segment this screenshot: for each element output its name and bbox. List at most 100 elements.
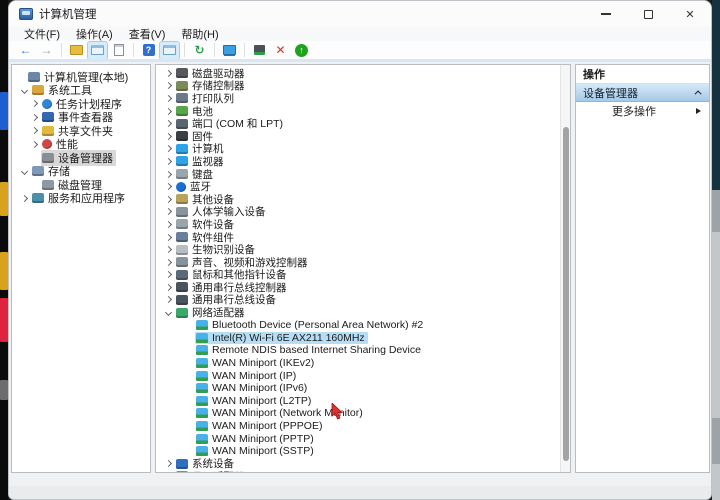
network-device-icon	[196, 358, 208, 368]
expander-slot	[162, 247, 175, 252]
tree-item-label: 网络适配器	[192, 305, 245, 320]
chevron-collapsed-icon[interactable]	[165, 95, 172, 102]
expander-slot	[162, 285, 175, 290]
chevron-collapsed-icon[interactable]	[21, 195, 28, 202]
show-action-pane-icon	[163, 45, 176, 55]
shared-folders-icon	[42, 126, 54, 136]
uninstall-device-icon[interactable]: ✕	[271, 42, 290, 59]
chevron-collapsed-icon[interactable]	[165, 133, 172, 140]
properties-icon[interactable]	[109, 42, 128, 59]
desktop-edge-left	[0, 0, 8, 500]
desktop-icon-fragment	[0, 298, 8, 342]
tree-item[interactable]: 端口 (COM 和 LPT)	[156, 117, 570, 130]
menu-bar: 文件(F)操作(A)查看(V)帮助(H)	[9, 27, 711, 41]
tree-item[interactable]: Bluetooth Device (Personal Area Network)…	[156, 319, 570, 332]
chevron-collapsed-icon[interactable]	[31, 114, 38, 121]
scrollbar-thumb[interactable]	[563, 127, 569, 461]
tree-item[interactable]: WAN Miniport (IPv6)	[156, 382, 570, 395]
chevron-collapsed-icon[interactable]	[165, 108, 172, 115]
back-icon[interactable]: ←	[16, 42, 35, 59]
menu-item[interactable]: 操作(A)	[69, 26, 120, 42]
network-device-icon	[196, 345, 208, 355]
chevron-collapsed-icon[interactable]	[165, 284, 172, 291]
forward-icon: →	[41, 44, 53, 56]
chevron-collapsed-icon[interactable]	[31, 100, 38, 107]
more-actions-item[interactable]: 更多操作	[576, 102, 709, 120]
minimize-icon	[601, 13, 611, 14]
chevron-collapsed-icon[interactable]	[165, 183, 172, 190]
tree-item[interactable]: Intel(R) Wi-Fi 6E AX211 160MHz	[156, 331, 570, 344]
chevron-collapsed-icon[interactable]	[165, 259, 172, 266]
help-icon[interactable]: ?	[139, 42, 158, 59]
tree-item[interactable]: 监视器	[156, 155, 570, 168]
toolbar-separator	[214, 43, 215, 57]
forward-icon[interactable]: →	[37, 42, 56, 59]
tree-item[interactable]: WAN Miniport (PPTP)	[156, 432, 570, 445]
chevron-collapsed-icon[interactable]	[165, 271, 172, 278]
chevron-collapsed-icon[interactable]	[165, 246, 172, 253]
toolbar-separator	[133, 43, 134, 57]
show-action-pane-icon[interactable]	[160, 42, 179, 59]
tree-item[interactable]: WAN Miniport (Network Monitor)	[156, 407, 570, 420]
chevron-collapsed-icon[interactable]	[165, 145, 172, 152]
refresh-icon: ↻	[194, 44, 204, 56]
chevron-collapsed-icon[interactable]	[165, 82, 172, 89]
network-device-icon	[196, 333, 208, 343]
tree-item[interactable]: 网络适配器	[156, 306, 570, 319]
chevron-collapsed-icon[interactable]	[165, 171, 172, 178]
tree-item[interactable]: WAN Miniport (IKEv2)	[156, 357, 570, 370]
chevron-collapsed-icon[interactable]	[165, 120, 172, 127]
show-console-tree-icon[interactable]	[88, 42, 107, 59]
update-driver-icon[interactable]	[250, 42, 269, 59]
menu-item[interactable]: 文件(F)	[17, 26, 67, 42]
chevron-collapsed-icon[interactable]	[165, 158, 172, 165]
chevron-collapsed-icon[interactable]	[165, 221, 172, 228]
menu-item[interactable]: 帮助(H)	[174, 26, 225, 42]
tree-item[interactable]: Remote NDIS based Internet Sharing Devic…	[156, 344, 570, 357]
cursor-icon	[331, 403, 345, 420]
chevron-up-icon[interactable]	[695, 90, 702, 97]
tree-item[interactable]: WAN Miniport (PPPOE)	[156, 420, 570, 433]
network-device-icon	[196, 383, 208, 393]
scan-hardware-icon[interactable]	[220, 42, 239, 59]
maximize-button[interactable]	[627, 1, 669, 27]
bluetooth-icon	[176, 182, 186, 192]
tree-item[interactable]: 共享文件夹	[12, 124, 150, 138]
tree-item-label: Remote NDIS based Internet Sharing Devic…	[212, 344, 421, 356]
scrollbar[interactable]	[560, 65, 570, 472]
tree-item[interactable]: 打印队列	[156, 92, 570, 105]
menu-item[interactable]: 查看(V)	[122, 26, 173, 42]
expander-slot	[162, 235, 175, 240]
device-manager-icon	[42, 153, 54, 163]
chevron-collapsed-icon[interactable]	[165, 460, 172, 467]
close-button[interactable]: ✕	[669, 1, 711, 27]
tree-item[interactable]: 显示适配器	[156, 470, 570, 473]
update-driver-software-icon[interactable]: ↑	[292, 42, 311, 59]
chevron-collapsed-icon[interactable]	[165, 196, 172, 203]
chevron-collapsed-icon[interactable]	[165, 233, 172, 240]
chevron-collapsed-icon[interactable]	[165, 70, 172, 77]
chevron-collapsed-icon[interactable]	[31, 127, 38, 134]
software-device-icon	[176, 219, 188, 229]
chevron-expanded-icon[interactable]	[21, 87, 28, 94]
tree-item[interactable]: 服务和应用程序	[12, 192, 150, 206]
chevron-expanded-icon[interactable]	[21, 168, 28, 175]
software-component-icon	[176, 232, 188, 242]
minimize-button[interactable]	[585, 1, 627, 27]
tree-item[interactable]: WAN Miniport (L2TP)	[156, 394, 570, 407]
tree-item[interactable]: 键盘	[156, 168, 570, 181]
device-tree-panel: 磁盘驱动器存储控制器打印队列电池端口 (COM 和 LPT)固件计算机监视器键盘…	[155, 64, 571, 473]
display-adapter-icon	[176, 471, 188, 473]
up-level-icon[interactable]	[67, 42, 86, 59]
chevron-collapsed-icon[interactable]	[165, 208, 172, 215]
network-device-icon	[196, 320, 208, 330]
system-tools-icon	[32, 85, 44, 95]
refresh-icon[interactable]: ↻	[190, 42, 209, 59]
toolbar: ← →? ↻ ✕↑	[9, 41, 711, 59]
title-bar[interactable]: 计算机管理 ✕	[9, 1, 711, 27]
actions-section-device-manager[interactable]: 设备管理器	[576, 84, 709, 102]
chevron-collapsed-icon[interactable]	[31, 141, 38, 148]
tree-item[interactable]: WAN Miniport (IP)	[156, 369, 570, 382]
chevron-expanded-icon[interactable]	[165, 309, 172, 316]
chevron-collapsed-icon[interactable]	[165, 296, 172, 303]
